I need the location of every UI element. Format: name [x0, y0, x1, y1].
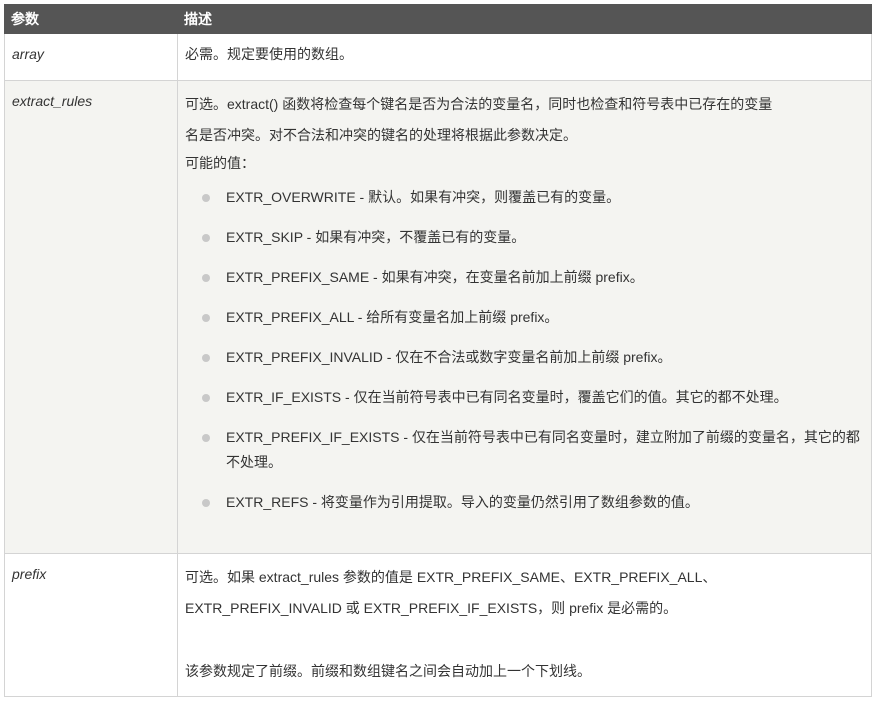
parameter-table: 参数 描述 array 必需。规定要使用的数组。 extract_rules 可… [4, 4, 872, 697]
table-header-row: 参数 描述 [4, 4, 872, 34]
param-desc-prefix: 可选。如果 extract_rules 参数的值是 EXTR_PREFIX_SA… [177, 553, 872, 697]
table-row-extract-rules: extract_rules 可选。extract() 函数将检查每个键名是否为合… [4, 80, 872, 554]
possible-values-label: 可能的值： [185, 155, 255, 171]
desc-line-2: EXTR_PREFIX_INVALID 或 EXTR_PREFIX_IF_EXI… [185, 600, 678, 616]
param-name-extract-rules: extract_rules [4, 80, 178, 554]
param-desc-array: 必需。规定要使用的数组。 [177, 33, 872, 81]
param-name-array: array [4, 33, 178, 81]
bullet-icon [202, 354, 210, 362]
bullet-icon [202, 314, 210, 322]
param-name-prefix: prefix [4, 553, 178, 697]
header-param: 参数 [4, 4, 178, 34]
list-item: EXTR_OVERWRITE - 默认。如果有冲突，则覆盖已有的变量。 [202, 185, 865, 210]
bullet-icon [202, 499, 210, 507]
list-item: EXTR_IF_EXISTS - 仅在当前符号表中已有同名变量时，覆盖它们的值。… [202, 385, 865, 410]
table-row-array: array 必需。规定要使用的数组。 [4, 33, 872, 81]
bullet-icon [202, 234, 210, 242]
desc-note: 该参数规定了前缀。前缀和数组键名之间会自动加上一个下划线。 [185, 663, 591, 679]
bullet-icon [202, 194, 210, 202]
list-item: EXTR_PREFIX_IF_EXISTS - 仅在当前符号表中已有同名变量时，… [202, 425, 865, 475]
bullet-icon [202, 434, 210, 442]
list-item: EXTR_PREFIX_INVALID - 仅在不合法或数字变量名前加上前缀 p… [202, 345, 865, 370]
list-item: EXTR_PREFIX_ALL - 给所有变量名加上前缀 prefix。 [202, 305, 865, 330]
options-list: EXTR_OVERWRITE - 默认。如果有冲突，则覆盖已有的变量。 EXTR… [185, 185, 865, 515]
desc-line-1: 可选。如果 extract_rules 参数的值是 EXTR_PREFIX_SA… [185, 569, 717, 585]
bullet-icon [202, 394, 210, 402]
parameter-table-container: 参数 描述 array 必需。规定要使用的数组。 extract_rules 可… [4, 4, 872, 697]
bullet-icon [202, 274, 210, 282]
list-item: EXTR_SKIP - 如果有冲突，不覆盖已有的变量。 [202, 225, 865, 250]
desc-text: 必需。规定要使用的数组。 [185, 46, 353, 62]
desc-line-1: 可选。extract() 函数将检查每个键名是否为合法的变量名，同时也检查和符号… [185, 96, 773, 112]
list-item: EXTR_PREFIX_SAME - 如果有冲突，在变量名前加上前缀 prefi… [202, 265, 865, 290]
header-desc: 描述 [177, 4, 872, 34]
table-row-prefix: prefix 可选。如果 extract_rules 参数的值是 EXTR_PR… [4, 553, 872, 697]
list-item: EXTR_REFS - 将变量作为引用提取。导入的变量仍然引用了数组参数的值。 [202, 490, 865, 515]
param-desc-extract-rules: 可选。extract() 函数将检查每个键名是否为合法的变量名，同时也检查和符号… [177, 80, 872, 554]
desc-line-2: 名是否冲突。对不合法和冲突的键名的处理将根据此参数决定。 [185, 127, 577, 143]
